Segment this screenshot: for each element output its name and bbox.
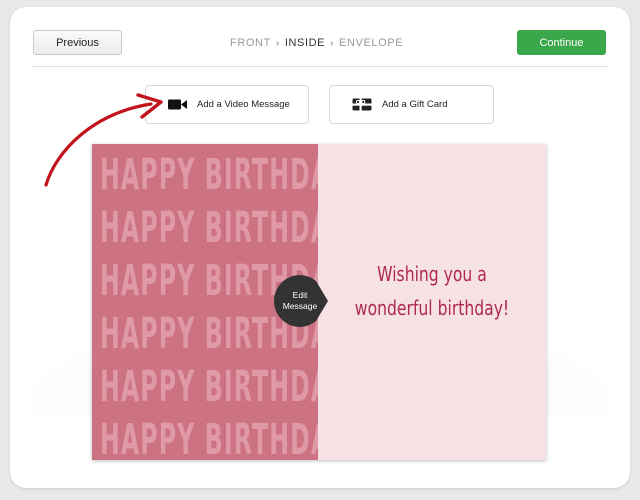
video-camera-icon	[168, 99, 187, 110]
edit-message-label-line-1: Edit	[292, 290, 308, 300]
header-divider	[32, 66, 608, 67]
card-pattern-text: HAPPY BIRTHDAY	[100, 150, 318, 200]
continue-button[interactable]: Continue	[517, 30, 606, 55]
card-pattern-text: HAPPY BIRTHDAY	[100, 415, 318, 461]
edit-message-label: Edit Message	[274, 290, 326, 312]
card-message-line-2: wonderful birthday!	[354, 296, 510, 320]
dialog-panel: Previous FRONT › INSIDE › ENVELOPE Conti…	[10, 7, 630, 488]
breadcrumb-separator: ›	[330, 37, 335, 49]
card-pattern-text: HAPPY BIRTHDAY	[100, 362, 318, 412]
add-gift-card-button[interactable]: Add a Gift Card	[329, 85, 494, 124]
breadcrumb-separator: ›	[275, 37, 280, 49]
add-video-message-button[interactable]: Add a Video Message	[145, 85, 309, 124]
card-pattern-text: HAPPY BIRTHDAY	[100, 256, 318, 306]
card-inside-right-panel[interactable]: Wishing you a wonderful birthday!	[318, 144, 546, 460]
edit-message-label-line-2: Message	[282, 301, 318, 311]
previous-button[interactable]: Previous	[33, 30, 122, 55]
step-inside[interactable]: INSIDE	[285, 37, 325, 49]
card-message-line-1: Wishing you a	[377, 262, 487, 286]
card-pattern-text: HAPPY BIRTHDAY	[100, 309, 318, 359]
add-video-message-label: Add a Video Message	[197, 99, 290, 110]
step-envelope[interactable]: ENVELOPE	[339, 37, 403, 49]
step-front[interactable]: FRONT	[230, 37, 271, 49]
card-pattern-text: HAPPY BIRTHDAY	[100, 203, 318, 253]
gift-card-icon	[352, 98, 372, 111]
add-gift-card-label: Add a Gift Card	[382, 99, 448, 110]
step-breadcrumb: FRONT › INSIDE › ENVELOPE	[230, 35, 410, 51]
